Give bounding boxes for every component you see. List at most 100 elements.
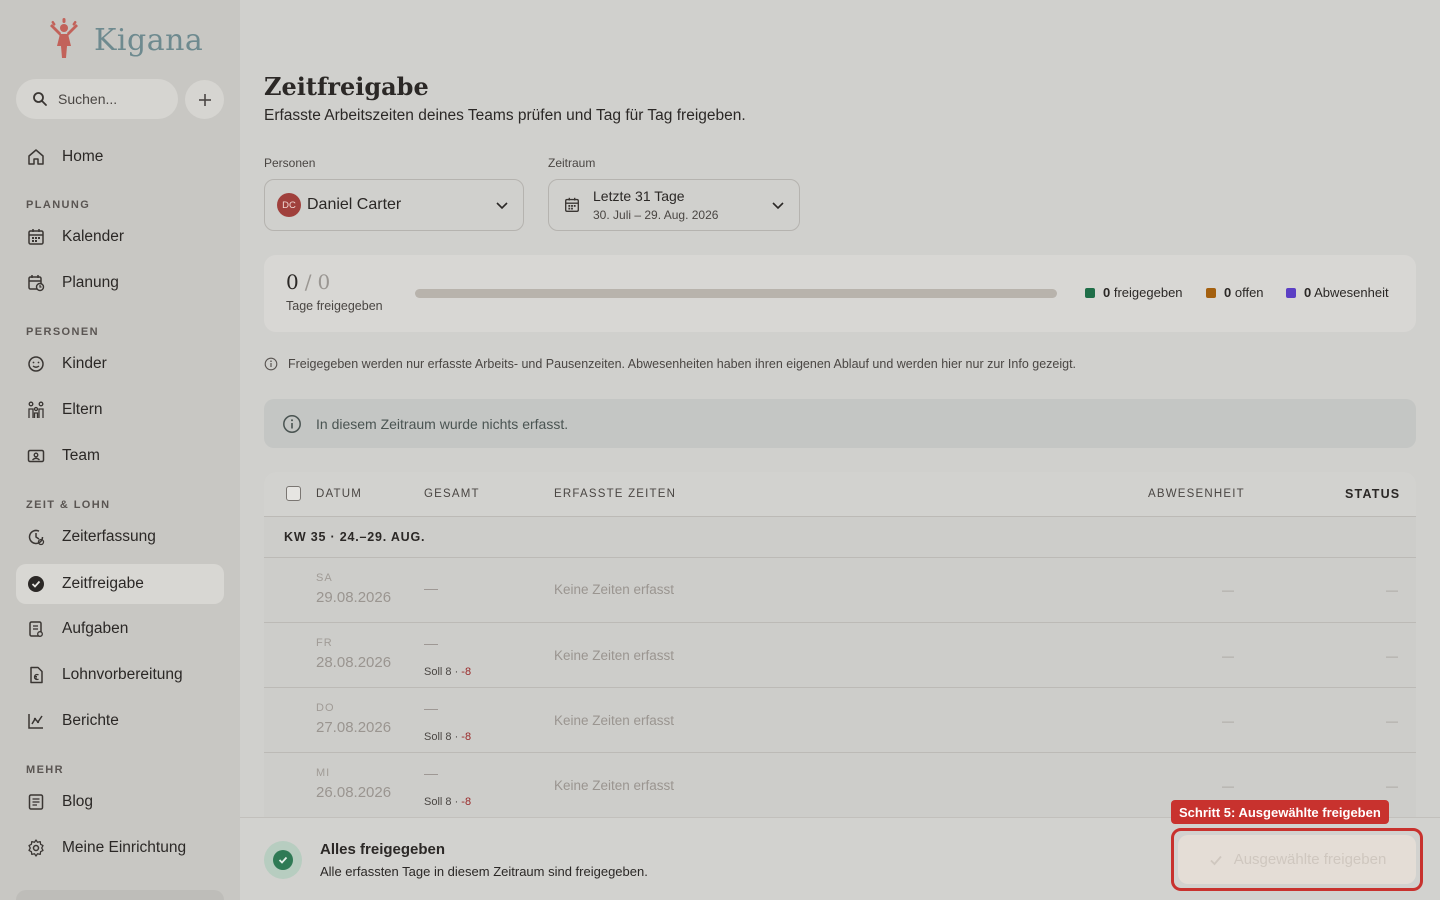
family-icon: [28, 401, 44, 418]
chart-line-icon: [28, 714, 43, 729]
table-row[interactable]: SA 29.08.2026 — Keine Zeiten erfasst — —: [264, 558, 1416, 623]
all-approved-title: Alles freigegeben: [320, 841, 446, 858]
table-row[interactable]: FR 28.08.2026 — Soll 8 · -8 Keine Zeiten…: [264, 623, 1416, 688]
range-title: Letzte 31 Tage: [593, 188, 685, 204]
legend-dot-absence: [1286, 287, 1296, 298]
newspaper-icon: [28, 794, 44, 810]
legend-dot-open: [1206, 287, 1216, 298]
sidebar-item-planung[interactable]: Planung: [16, 263, 224, 303]
sidebar-item-label: Kalender: [62, 228, 125, 245]
sidebar-user-card[interactable]: [16, 890, 224, 900]
col-status[interactable]: STATUS: [1345, 487, 1400, 501]
sidebar-item-aufgaben[interactable]: Aufgaben: [16, 609, 224, 649]
row-times: Keine Zeiten erfasst: [554, 713, 675, 728]
approve-selected-label: Ausgewählte freigeben: [1233, 851, 1387, 868]
calendar-icon: [28, 229, 44, 245]
row-target: Soll 8 · -8: [424, 731, 472, 743]
sidebar-item-label: Berichte: [62, 712, 119, 729]
approval-progress-bar: [415, 289, 1057, 298]
approved-count: 0/0: [286, 270, 330, 294]
legend-dot-approved: [1085, 287, 1095, 298]
approved-label: Tage freigegeben: [286, 299, 383, 313]
plus-icon: [198, 93, 211, 106]
person-select[interactable]: DC Daniel Carter: [264, 179, 524, 231]
sidebar-item-zeiterfassung[interactable]: Zeiterfassung: [16, 517, 224, 557]
sidebar-item-label: Team: [62, 447, 100, 464]
row-absence: —: [1222, 779, 1234, 793]
sidebar-item-zeitfreigabe[interactable]: Zeitfreigabe: [16, 564, 224, 604]
nav-section-mehr: MEHR: [26, 764, 64, 776]
sidebar-item-label: Blog: [62, 793, 94, 810]
sidebar-item-meine-einrichtung[interactable]: Meine Einrichtung: [16, 828, 224, 868]
nav-section-personen: PERSONEN: [26, 326, 99, 338]
sidebar-item-home[interactable]: Home: [16, 137, 224, 177]
approval-action-bar: Alles freigegeben Alle erfassten Tage in…: [240, 817, 1440, 900]
info-icon: [283, 414, 301, 433]
range-select[interactable]: Letzte 31 Tage 30. Juli – 29. Aug. 2026: [548, 179, 800, 231]
row-absence: —: [1222, 583, 1234, 597]
row-status: —: [1386, 649, 1398, 663]
id-card-icon: [27, 449, 45, 463]
count-separator: /: [304, 270, 312, 294]
range-dates: 30. Juli – 29. Aug. 2026: [593, 208, 719, 222]
search-input[interactable]: Suchen...: [16, 79, 178, 119]
sidebar-item-label: Eltern: [62, 401, 103, 418]
sidebar-item-label: Lohnvorbereitung: [62, 666, 183, 683]
page-title: Zeitfreigabe: [264, 72, 429, 101]
add-button[interactable]: [185, 80, 224, 119]
brand-logo[interactable]: Kigana: [46, 18, 203, 62]
page-subtitle: Erfasste Arbeitszeiten deines Teams prüf…: [264, 107, 746, 124]
legend-absence: 0 Abwesenheit: [1286, 285, 1389, 300]
row-times: Keine Zeiten erfasst: [554, 778, 675, 793]
sidebar-item-kinder[interactable]: Kinder: [16, 344, 224, 384]
check-icon: [1210, 855, 1222, 865]
approve-selected-button[interactable]: Ausgewählte freigeben: [1178, 835, 1416, 884]
sidebar-item-blog[interactable]: Blog: [16, 782, 224, 822]
gear-icon: [28, 839, 44, 857]
row-absence: —: [1222, 649, 1234, 663]
avatar: DC: [277, 193, 301, 217]
approval-summary: 0/0 Tage freigegeben 0 freigegeben 0 off…: [264, 255, 1416, 332]
row-date: 26.08.2026: [316, 784, 392, 801]
row-status: —: [1386, 714, 1398, 728]
legend-approved: 0 freigegeben: [1085, 285, 1183, 300]
table-header: DATUM GESAMT ERFASSTE ZEITEN ABWESENHEIT…: [264, 472, 1416, 517]
search-icon: [33, 92, 47, 106]
clock-history-icon: [28, 529, 45, 546]
week-group-header: KW 35 · 24.–29. AUG.: [264, 517, 1416, 558]
kigana-logo-icon: [50, 18, 78, 58]
row-status: —: [1386, 583, 1398, 597]
chevron-down-icon: [496, 202, 508, 210]
col-times: ERFASSTE ZEITEN: [554, 488, 677, 500]
legend-text: 0 offen: [1224, 285, 1264, 300]
table-row[interactable]: DO 27.08.2026 — Soll 8 · -8 Keine Zeiten…: [264, 688, 1416, 753]
sidebar-item-label: Kinder: [62, 355, 107, 372]
sidebar-item-eltern[interactable]: Eltern: [16, 390, 224, 430]
smiley-icon: [28, 356, 44, 372]
sidebar-item-kalender[interactable]: Kalender: [16, 217, 224, 257]
legend-open: 0 offen: [1206, 285, 1264, 300]
approved-days: 0: [286, 270, 299, 294]
sidebar-item-label: Home: [62, 148, 104, 165]
sidebar-item-team[interactable]: Team: [16, 436, 224, 476]
sidebar-item-lohnvorbereitung[interactable]: Lohnvorbereitung: [16, 655, 224, 695]
info-note: Freigegeben werden nur erfasste Arbeits-…: [264, 357, 1076, 371]
row-date: 29.08.2026: [316, 589, 392, 606]
col-date[interactable]: DATUM: [316, 488, 362, 500]
row-absence: —: [1222, 714, 1234, 728]
week-label: KW 35 · 24.–29. AUG.: [284, 530, 426, 544]
legend-text: 0 freigegeben: [1103, 285, 1183, 300]
row-times: Keine Zeiten erfasst: [554, 582, 675, 597]
row-times: Keine Zeiten erfasst: [554, 648, 675, 663]
selected-person: Daniel Carter: [307, 196, 402, 213]
nav-section-planung: PLANUNG: [26, 199, 91, 211]
highlight-frame: Ausgewählte freigeben: [1171, 828, 1423, 891]
sidebar-item-berichte[interactable]: Berichte: [16, 701, 224, 741]
select-all-checkbox[interactable]: [286, 486, 301, 501]
check-circle-icon: [28, 576, 44, 592]
chevron-down-icon: [772, 202, 784, 210]
sidebar: Kigana Suchen... Home PLANUNG Kalender P…: [0, 0, 240, 900]
task-list-icon: [29, 621, 43, 637]
col-total: GESAMT: [424, 488, 480, 500]
search-placeholder: Suchen...: [58, 91, 118, 107]
